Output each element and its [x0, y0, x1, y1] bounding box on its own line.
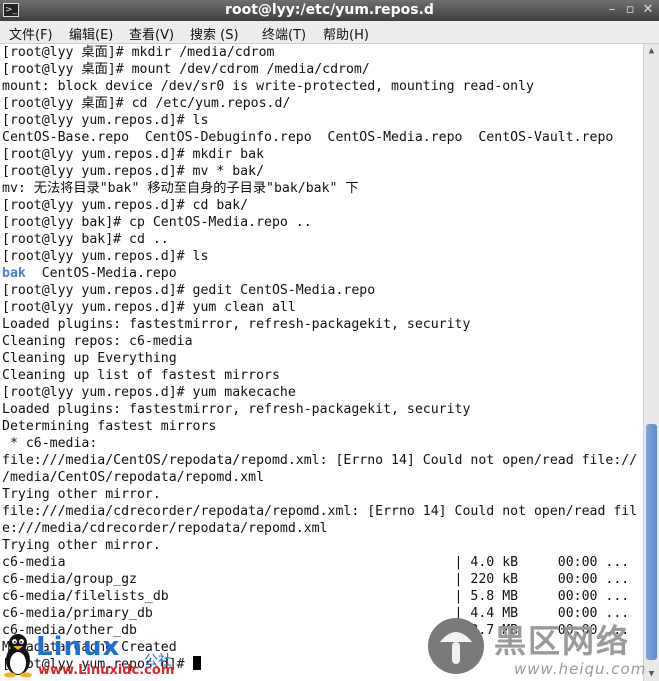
terminal-line: /media/CentOS/repodata/repomd.xml	[2, 470, 265, 485]
menu-edit[interactable]: 编辑(E)	[69, 24, 113, 43]
heiqu-logo	[428, 618, 484, 674]
terminal-line: [root@lyy bak]# cd ..	[2, 232, 169, 247]
title-bar[interactable]: >_ root@lyy:/etc/yum.repos.d – ▫ ✕	[0, 0, 659, 21]
terminal-line: [root@lyy 桌面]# mount /dev/cdrom /media/c…	[2, 62, 370, 77]
terminal-line: c6-media/filelists_db | 5.8 MB 00:00 ...	[2, 589, 630, 604]
close-icon[interactable]: ✕	[640, 2, 656, 18]
watermark-url: www.Linuxidc.com	[38, 663, 175, 678]
menu-view[interactable]: 查看(V)	[129, 24, 174, 43]
terminal-line: file:///media/CentOS/repodata/repomd.xml…	[2, 453, 638, 468]
terminal-line: [root@lyy yum.repos.d]# mv * bak/	[2, 164, 265, 179]
minimize-icon[interactable]: –	[604, 2, 620, 18]
menu-search[interactable]: 搜索 (S)	[190, 24, 239, 43]
terminal-line: file:///media/cdrecorder/repodata/repomd…	[2, 504, 638, 519]
terminal-line: [root@lyy yum.repos.d]# gedit CentOS-Med…	[2, 283, 376, 298]
terminal-line: c6-media | 4.0 kB 00:00 ...	[2, 555, 630, 570]
terminal-line: mv: 无法将目录"bak" 移动至自身的子目录"bak/bak" 下	[2, 181, 359, 196]
menu-help[interactable]: 帮助(H)	[323, 24, 369, 43]
terminal-line: [root@lyy yum.repos.d]# yum makecache	[2, 385, 296, 400]
terminal-line: Cleaning up Everything	[2, 351, 177, 366]
terminal-line: CentOS-Base.repo CentOS-Debuginfo.repo C…	[2, 130, 614, 145]
terminal-line: Loaded plugins: fastestmirror, refresh-p…	[2, 317, 471, 332]
watermark-linuxidc: Linux 公社 www.Linuxidc.com	[2, 630, 202, 680]
watermark-heiqu: 黑区网络 www.heiqu.com	[424, 614, 656, 680]
scroll-up-icon[interactable]: ▲	[644, 44, 659, 58]
menu-file[interactable]: 文件(F)	[9, 24, 53, 43]
terminal-line: Trying other mirror.	[2, 538, 161, 553]
directory-name: bak	[2, 266, 26, 281]
terminal-line: e:///media/cdrecorder/repodata/repomd.xm…	[2, 521, 328, 536]
menu-terminal[interactable]: 终端(T)	[262, 24, 306, 43]
terminal-line: [root@lyy yum.repos.d]# ls	[2, 113, 209, 128]
terminal-line: [root@lyy bak]# cp CentOS-Media.repo ..	[2, 215, 312, 230]
terminal-line: [root@lyy 桌面]# cd /etc/yum.repos.d/	[2, 96, 291, 111]
terminal-output[interactable]: [root@lyy 桌面]# mkdir /media/cdrom [root@l…	[0, 44, 643, 681]
watermark-brand: Linux	[36, 632, 121, 662]
terminal-window: >_ root@lyy:/etc/yum.repos.d – ▫ ✕ 文件(F)…	[0, 0, 659, 681]
terminal-line: [root@lyy yum.repos.d]# mkdir bak	[2, 147, 265, 162]
terminal-line: mount: block device /dev/sr0 is write-pr…	[2, 79, 534, 94]
terminal-line: [root@lyy 桌面]# mkdir /media/cdrom	[2, 45, 275, 60]
terminal-line: Loaded plugins: fastestmirror, refresh-p…	[2, 402, 471, 417]
terminal-line: Determining fastest mirrors	[2, 419, 217, 434]
linux-tux-logo	[4, 634, 32, 678]
terminal-line: Cleaning repos: c6-media	[2, 334, 193, 349]
terminal-line: [root@lyy yum.repos.d]# yum clean all	[2, 300, 296, 315]
maximize-icon[interactable]: ▫	[622, 2, 638, 18]
terminal-line: c6-media/group_gz | 220 kB 00:00 ...	[2, 572, 630, 587]
watermark-heiqu-cn: 黑区网络	[494, 622, 631, 660]
terminal-line: [root@lyy yum.repos.d]# cd bak/	[2, 198, 249, 213]
menu-bar: 文件(F) 编辑(E) 查看(V) 搜索 (S) 终端(T) 帮助(H)	[0, 21, 659, 44]
file-name: CentOS-Media.repo	[41, 266, 177, 281]
vertical-scrollbar[interactable]: ▲ ▼	[643, 44, 659, 681]
terminal-line: * c6-media:	[2, 436, 98, 451]
window-title: root@lyy:/etc/yum.repos.d	[225, 2, 434, 18]
watermark-heiqu-url: www.heiqu.com	[514, 660, 647, 678]
terminal-line: Trying other mirror.	[2, 487, 161, 502]
ls-output-line: bak CentOS-Media.repo	[2, 265, 643, 282]
terminal-line: Cleaning up list of fastest mirrors	[2, 368, 280, 383]
terminal-line: [root@lyy yum.repos.d]# ls	[2, 249, 209, 264]
